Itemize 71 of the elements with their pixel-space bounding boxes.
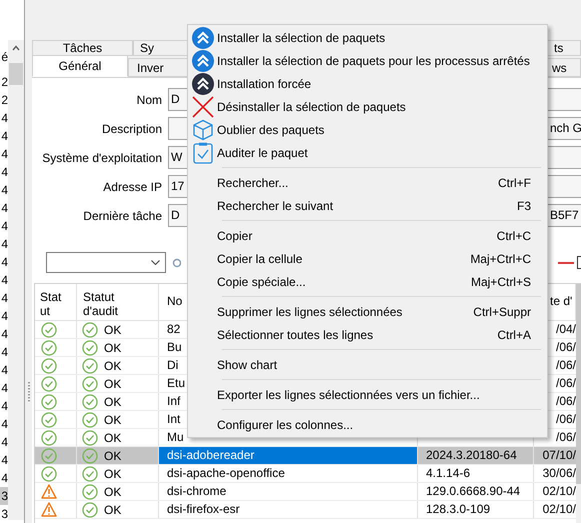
check-circle-icon <box>82 358 98 374</box>
check-circle-icon <box>82 322 98 338</box>
column-header[interactable]: Statut <box>35 284 77 320</box>
check-circle-icon <box>82 484 98 500</box>
audit-status: OK <box>104 358 122 374</box>
check-circle-icon <box>41 322 57 338</box>
column-header[interactable]: Statut d'audit <box>77 284 159 320</box>
audit-status: OK <box>104 448 122 464</box>
audit-status: OK <box>104 340 122 356</box>
audit-status: OK <box>104 502 122 518</box>
audit-status: OK <box>104 322 122 338</box>
list-item[interactable]: 3 <box>0 487 8 505</box>
field-label: Nom <box>136 92 162 108</box>
table-cell: 2024.3.20180-64 <box>418 447 534 464</box>
audit-status: OK <box>104 466 122 482</box>
warning-icon <box>41 502 57 517</box>
box-icon <box>192 118 214 140</box>
check-circle-icon <box>82 340 98 356</box>
check-circle-icon <box>82 430 98 446</box>
audit-status: OK <box>104 484 122 500</box>
double-chevron-up-icon <box>192 72 214 94</box>
search-icon[interactable] <box>172 258 181 268</box>
tab[interactable]: ts <box>546 40 581 56</box>
check-circle-icon <box>41 448 57 464</box>
scrollbar[interactable] <box>576 284 581 523</box>
audit-status: OK <box>104 394 122 410</box>
menu-item[interactable]: Rechercher... Ctrl+F <box>188 171 547 194</box>
check-circle-icon <box>41 340 57 356</box>
menu-item[interactable]: Désinstaller la sélection de paquets <box>188 95 547 118</box>
cross-icon <box>192 96 214 118</box>
double-chevron-up-icon <box>192 50 214 72</box>
menu-item[interactable]: Installation forcée <box>188 72 547 95</box>
check-circle-icon <box>41 466 57 482</box>
menu-item[interactable]: Oublier des paquets <box>188 118 547 141</box>
table-cell: dsi-adobereader <box>159 447 418 464</box>
check-circle-icon <box>41 430 57 446</box>
audit-status: OK <box>104 430 122 446</box>
audit-status: OK <box>104 376 122 392</box>
check-circle-icon <box>82 466 98 482</box>
menu-item[interactable]: Copier Ctrl+C <box>188 224 547 247</box>
menu-item[interactable]: Rechercher le suivant F3 <box>188 194 547 217</box>
menu-item[interactable]: Copier la cellule Maj+Ctrl+C <box>188 247 547 270</box>
scrollbar-thumb[interactable] <box>9 63 23 85</box>
table-cell: 07/10/ <box>534 447 576 464</box>
field-label: Dernière tâche <box>82 208 162 224</box>
check-circle-icon <box>41 358 57 374</box>
check-circle-icon <box>82 448 98 464</box>
column-header: é <box>1 48 8 66</box>
check-circle-icon <box>41 376 57 392</box>
tab[interactable]: Tâches <box>32 40 133 56</box>
clipboard-check-icon <box>192 142 212 164</box>
audit-status: OK <box>104 412 122 428</box>
tab[interactable]: Général <box>32 55 128 77</box>
scrollbar[interactable] <box>8 40 24 520</box>
check-circle-icon <box>82 412 98 428</box>
check-circle-icon <box>82 394 98 410</box>
menu-item[interactable]: Auditer le paquet <box>188 141 547 164</box>
field-label: Adresse IP <box>102 178 162 196</box>
field-label: Description <box>100 120 162 138</box>
field-label: Système d'exploitation <box>41 150 162 166</box>
chevron-down-icon <box>151 260 160 265</box>
tab[interactable]: Inver <box>128 58 188 77</box>
tab[interactable]: ws <box>546 58 581 77</box>
double-chevron-up-icon <box>192 26 214 48</box>
dropdown[interactable] <box>46 252 166 273</box>
check-circle-icon <box>82 376 98 392</box>
check-circle-icon <box>82 502 98 518</box>
warning-icon <box>41 484 57 499</box>
check-circle-icon <box>41 412 57 428</box>
line-icon <box>558 262 574 264</box>
check-circle-icon <box>41 394 57 410</box>
